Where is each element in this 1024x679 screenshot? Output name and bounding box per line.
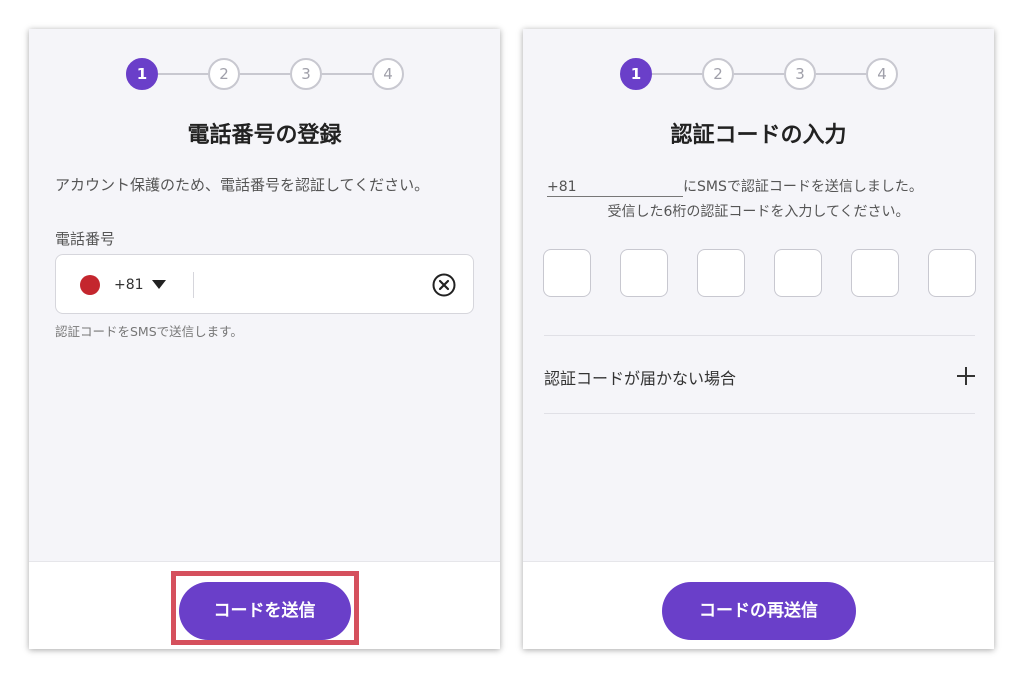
step-connector — [734, 73, 784, 75]
phone-input-group: +81 — [55, 254, 474, 314]
code-digit-input[interactable] — [697, 249, 745, 297]
plus-icon[interactable] — [956, 366, 976, 386]
divider — [193, 272, 194, 298]
phone-field-label: 電話番号 — [55, 230, 116, 248]
footer: コードの再送信 — [523, 561, 994, 649]
code-digit-input[interactable] — [928, 249, 976, 297]
step-connector — [158, 73, 208, 75]
divider — [544, 413, 975, 414]
send-code-button[interactable]: コードを送信 — [178, 582, 351, 640]
page-title: 認証コードの入力 — [670, 123, 847, 148]
page-title: 電話番号の登録 — [187, 123, 342, 148]
resend-code-button[interactable]: コードの再送信 — [661, 582, 856, 640]
stepper: 1 2 3 4 — [620, 58, 898, 90]
step-connector — [240, 73, 290, 75]
step-4: 4 — [372, 58, 404, 90]
step-4: 4 — [866, 58, 898, 90]
phone-number-input[interactable] — [202, 267, 422, 303]
step-1: 1 — [126, 58, 158, 90]
stepper: 1 2 3 4 — [126, 58, 404, 90]
step-connector — [652, 73, 702, 75]
sms-sent-suffix: にSMSで認証コードを送信しました。 — [683, 179, 923, 195]
step-connector — [816, 73, 866, 75]
sms-sent-message: +81 にSMSで認証コードを送信しました。 — [547, 176, 972, 197]
sent-phone-number: +81 — [547, 178, 683, 197]
code-digit-input[interactable] — [620, 249, 668, 297]
description-text: アカウント保護のため、電話番号を認証してください。 — [55, 176, 430, 194]
step-3: 3 — [784, 58, 816, 90]
no-code-accordion[interactable]: 認証コードが届かない場合 — [544, 365, 736, 389]
clear-icon[interactable] — [431, 272, 457, 298]
step-3: 3 — [290, 58, 322, 90]
step-1: 1 — [620, 58, 652, 90]
code-digit-input[interactable] — [543, 249, 591, 297]
country-code[interactable]: +81 — [114, 275, 144, 295]
divider — [544, 335, 975, 336]
japan-flag-icon[interactable] — [80, 275, 100, 295]
code-digit-input[interactable] — [774, 249, 822, 297]
step-2: 2 — [702, 58, 734, 90]
footer: コードを送信 — [29, 561, 500, 649]
instruction-text: 受信した6桁の認証コードを入力してください。 — [607, 204, 910, 220]
helper-text: 認証コードをSMSで送信します。 — [55, 324, 243, 339]
step-connector — [322, 73, 372, 75]
code-entry-panel: 1 2 3 4 認証コードの入力 +81 にSMSで認証コードを送信しました。 受… — [523, 29, 994, 649]
code-digit-input[interactable] — [851, 249, 899, 297]
phone-registration-panel: 1 2 3 4 電話番号の登録 アカウント保護のため、電話番号を認証してください… — [29, 29, 500, 649]
chevron-down-icon[interactable] — [151, 278, 167, 290]
step-2: 2 — [208, 58, 240, 90]
